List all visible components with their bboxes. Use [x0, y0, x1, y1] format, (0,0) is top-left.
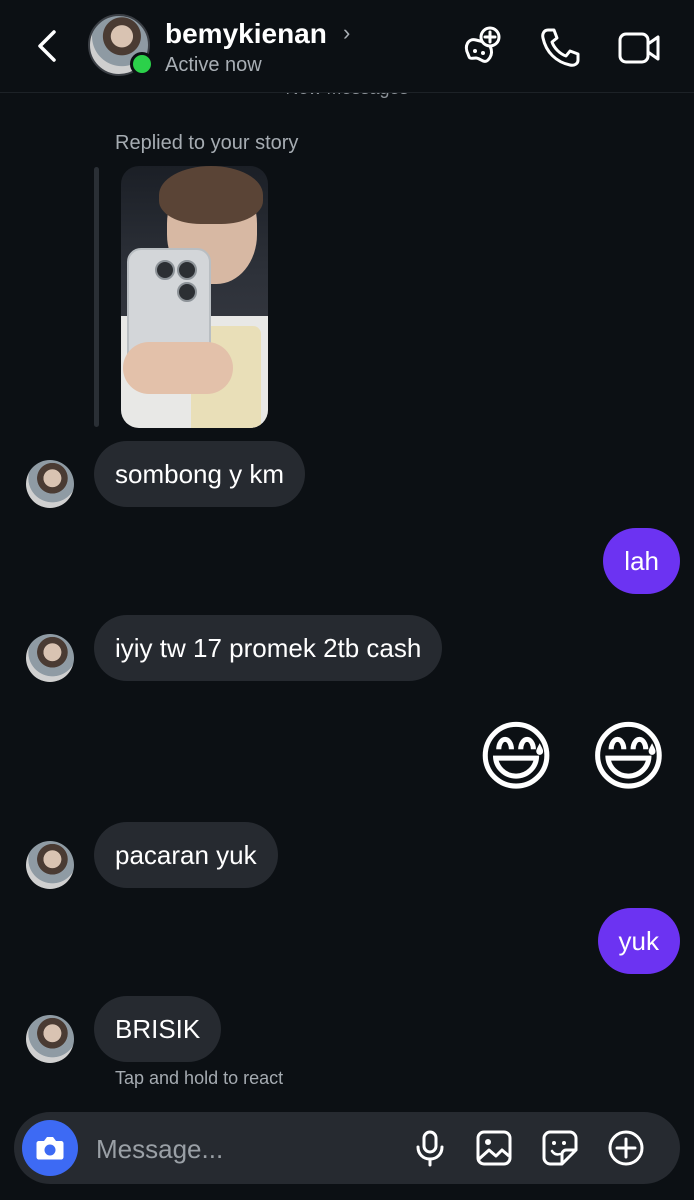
replied-to-story-label: Replied to your story [115, 132, 299, 154]
message-bubble-outgoing[interactable]: yuk [597, 908, 680, 974]
message-bubble-incoming[interactable]: iyiy tw 17 promek 2tb cash [94, 615, 443, 681]
back-chevron-icon[interactable] [30, 28, 66, 64]
game-controller-plus-icon[interactable] [458, 24, 506, 72]
avatar[interactable] [26, 634, 74, 682]
online-indicator [130, 52, 154, 76]
message-bubble-incoming[interactable]: sombong y km [94, 441, 306, 507]
camera-icon [36, 1137, 64, 1160]
plus-circle-icon[interactable] [606, 1128, 646, 1168]
chat-header: bemykienan › Active now [0, 0, 694, 93]
message-composer [14, 1112, 680, 1186]
message-bubble-incoming[interactable]: BRISIK [94, 996, 222, 1062]
phone-icon[interactable] [536, 24, 584, 72]
microphone-icon[interactable] [410, 1128, 450, 1168]
story-thumbnail[interactable] [121, 166, 268, 428]
active-status: Active now [165, 54, 262, 76]
message-bubble-incoming[interactable]: pacaran yuk [94, 822, 278, 888]
avatar[interactable] [26, 460, 74, 508]
reaction-hint: Tap and hold to react [115, 1068, 284, 1088]
camera-button[interactable] [22, 1120, 78, 1176]
sticker-icon[interactable] [540, 1128, 580, 1168]
gallery-icon[interactable] [474, 1128, 514, 1168]
chevron-right-icon[interactable]: › [343, 20, 350, 46]
video-camera-icon[interactable] [616, 24, 664, 72]
message-bubble-outgoing[interactable]: lah [603, 528, 680, 594]
message-input[interactable] [94, 1112, 398, 1186]
emoji-message-outgoing[interactable]: 😅 😅 [476, 712, 674, 801]
avatar[interactable] [26, 1015, 74, 1063]
contact-username[interactable]: bemykienan [165, 18, 327, 50]
header-avatar[interactable] [88, 14, 154, 78]
avatar[interactable] [26, 841, 74, 889]
reply-indicator-bar [94, 167, 99, 427]
